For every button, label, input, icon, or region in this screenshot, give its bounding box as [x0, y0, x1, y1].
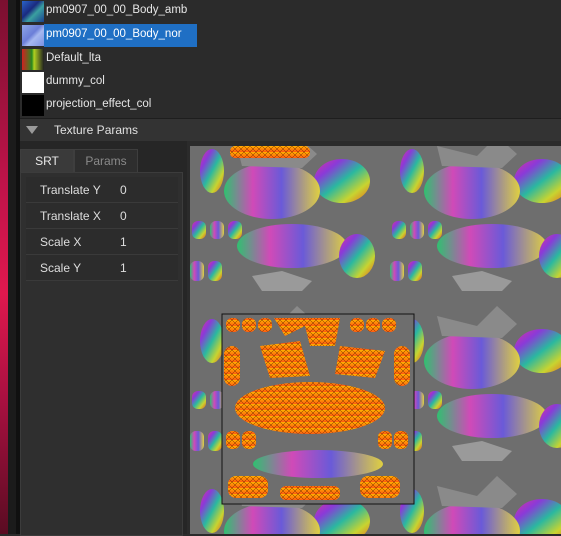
param-value[interactable]: 1 [120, 235, 127, 249]
param-name: Scale Y [40, 261, 82, 275]
texture-label: pm0907_00_00_Body_nor [46, 28, 182, 40]
body-amb-thumbnail [22, 1, 44, 22]
texture-list-item[interactable]: projection_effect_col [20, 94, 561, 117]
accent-strip [0, 0, 8, 534]
param-row-scale-x[interactable]: Scale X 1 [26, 229, 178, 255]
texture-preview-viewport[interactable] [190, 146, 561, 534]
param-value[interactable]: 0 [120, 183, 127, 197]
left-window-edge [0, 0, 20, 534]
texture-list: pm0907_00_00_Body_amb pm0907_00_00_Body_… [20, 0, 561, 118]
srt-panel: SRT Params Translate Y 0 Translate X 0 S… [20, 141, 187, 536]
tab-params[interactable]: Params [74, 149, 138, 172]
texture-list-item-selected[interactable]: pm0907_00_00_Body_nor [20, 24, 561, 47]
uv-wireframe [221, 313, 415, 505]
param-row-translate-y[interactable]: Translate Y 0 [26, 177, 178, 203]
default-lta-thumbnail [22, 49, 44, 70]
param-table: Translate Y 0 Translate X 0 Scale X 1 Sc… [26, 177, 178, 281]
texture-label: dummy_col [46, 75, 105, 87]
texture-label: projection_effect_col [46, 98, 152, 110]
texture-label: Default_lta [46, 52, 101, 64]
param-name: Scale X [40, 235, 82, 249]
body-nor-thumbnail [22, 25, 44, 46]
texture-list-item[interactable]: dummy_col [20, 71, 561, 94]
param-value[interactable]: 0 [120, 209, 127, 223]
tab-content: Translate Y 0 Translate X 0 Scale X 1 Sc… [20, 172, 183, 536]
texture-list-item[interactable]: Default_lta [20, 48, 561, 71]
param-row-translate-x[interactable]: Translate X 0 [26, 203, 178, 229]
param-value[interactable]: 1 [120, 261, 127, 275]
param-name: Translate Y [40, 183, 101, 197]
tab-srt[interactable]: SRT [20, 149, 74, 172]
param-name: Translate X [40, 209, 101, 223]
texture-label: pm0907_00_00_Body_amb [46, 4, 188, 16]
param-row-scale-y[interactable]: Scale Y 1 [26, 255, 178, 281]
projection-effect-thumbnail [22, 95, 44, 116]
texture-list-item[interactable]: pm0907_00_00_Body_amb [20, 0, 561, 23]
collapse-arrow-icon[interactable] [26, 126, 38, 134]
uv-texture-preview [190, 146, 561, 534]
uv-wire-strip [230, 146, 310, 158]
section-title: Texture Params [54, 123, 139, 137]
texture-params-header[interactable]: Texture Params [20, 118, 561, 141]
dummy-col-thumbnail [22, 72, 44, 93]
